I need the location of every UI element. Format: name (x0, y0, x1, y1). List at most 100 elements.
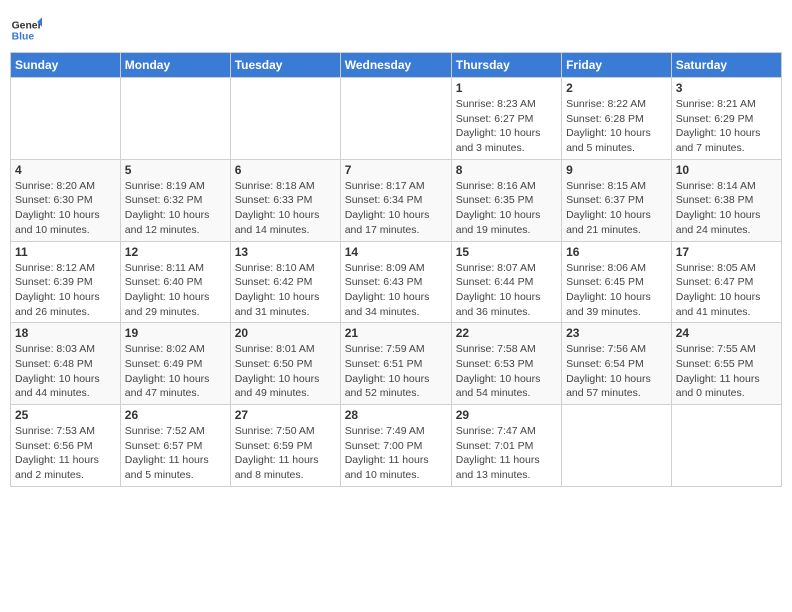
calendar-week-row: 18 Sunrise: 8:03 AMSunset: 6:48 PMDayligh… (11, 323, 782, 405)
calendar-cell: 20 Sunrise: 8:01 AMSunset: 6:50 PMDayligh… (230, 323, 340, 405)
calendar-header-row: SundayMondayTuesdayWednesdayThursdayFrid… (11, 53, 782, 78)
day-info: Sunrise: 8:09 AMSunset: 6:43 PMDaylight:… (345, 261, 447, 320)
day-number: 2 (566, 81, 667, 95)
calendar-cell (340, 78, 451, 160)
calendar-cell: 18 Sunrise: 8:03 AMSunset: 6:48 PMDayligh… (11, 323, 121, 405)
day-info: Sunrise: 8:02 AMSunset: 6:49 PMDaylight:… (125, 342, 226, 401)
day-info: Sunrise: 8:23 AMSunset: 6:27 PMDaylight:… (456, 97, 557, 156)
day-number: 29 (456, 408, 557, 422)
day-info: Sunrise: 8:05 AMSunset: 6:47 PMDaylight:… (676, 261, 777, 320)
page-header: General Blue (10, 10, 782, 46)
calendar-cell: 27Sunrise: 7:50 AMSunset: 6:59 PMDayligh… (230, 405, 340, 487)
day-info: Sunrise: 8:20 AMSunset: 6:30 PMDaylight:… (15, 179, 116, 238)
day-info: Sunrise: 8:07 AMSunset: 6:44 PMDaylight:… (456, 261, 557, 320)
svg-text:Blue: Blue (12, 32, 35, 43)
day-info: Sunrise: 7:56 AMSunset: 6:54 PMDaylight:… (566, 342, 667, 401)
calendar-cell: 14 Sunrise: 8:09 AMSunset: 6:43 PMDayligh… (340, 241, 451, 323)
day-info: Sunrise: 8:16 AMSunset: 6:35 PMDaylight:… (456, 179, 557, 238)
day-number: 5 (125, 163, 226, 177)
day-info: Sunrise: 8:18 AMSunset: 6:33 PMDaylight:… (235, 179, 336, 238)
calendar-week-row: 4 Sunrise: 8:20 AMSunset: 6:30 PMDaylight… (11, 159, 782, 241)
day-number: 12 (125, 245, 226, 259)
day-number: 1 (456, 81, 557, 95)
calendar-cell: 9 Sunrise: 8:15 AMSunset: 6:37 PMDaylight… (562, 159, 672, 241)
calendar-cell: 23 Sunrise: 7:56 AMSunset: 6:54 PMDayligh… (562, 323, 672, 405)
logo: General Blue (10, 14, 46, 46)
calendar-cell: 1 Sunrise: 8:23 AMSunset: 6:27 PMDaylight… (451, 78, 561, 160)
calendar-week-row: 1 Sunrise: 8:23 AMSunset: 6:27 PMDaylight… (11, 78, 782, 160)
day-number: 24 (676, 326, 777, 340)
day-number: 17 (676, 245, 777, 259)
day-number: 22 (456, 326, 557, 340)
calendar-cell (230, 78, 340, 160)
calendar-cell: 26 Sunrise: 7:52 AMSunset: 6:57 PMDayligh… (120, 405, 230, 487)
calendar-cell: 22 Sunrise: 7:58 AMSunset: 6:53 PMDayligh… (451, 323, 561, 405)
day-number: 9 (566, 163, 667, 177)
column-header-monday: Monday (120, 53, 230, 78)
day-info: Sunrise: 8:06 AMSunset: 6:45 PMDaylight:… (566, 261, 667, 320)
day-info: Sunrise: 7:47 AMSunset: 7:01 PMDaylight:… (456, 424, 557, 483)
logo-icon: General Blue (10, 14, 42, 46)
day-number: 11 (15, 245, 116, 259)
day-info: Sunrise: 8:19 AMSunset: 6:32 PMDaylight:… (125, 179, 226, 238)
calendar-cell: 28 Sunrise: 7:49 AMSunset: 7:00 PMDayligh… (340, 405, 451, 487)
day-number: 25 (15, 408, 116, 422)
day-number: 23 (566, 326, 667, 340)
day-number: 15 (456, 245, 557, 259)
calendar-table: SundayMondayTuesdayWednesdayThursdayFrid… (10, 52, 782, 487)
day-number: 3 (676, 81, 777, 95)
calendar-cell: 13 Sunrise: 8:10 AMSunset: 6:42 PMDayligh… (230, 241, 340, 323)
calendar-cell: 4 Sunrise: 8:20 AMSunset: 6:30 PMDaylight… (11, 159, 121, 241)
day-number: 21 (345, 326, 447, 340)
day-info: Sunrise: 7:52 AMSunset: 6:57 PMDaylight:… (125, 424, 226, 483)
calendar-cell: 5 Sunrise: 8:19 AMSunset: 6:32 PMDaylight… (120, 159, 230, 241)
day-info: Sunrise: 7:59 AMSunset: 6:51 PMDaylight:… (345, 342, 447, 401)
calendar-cell (671, 405, 781, 487)
calendar-cell: 17 Sunrise: 8:05 AMSunset: 6:47 PMDayligh… (671, 241, 781, 323)
day-info: Sunrise: 7:53 AMSunset: 6:56 PMDaylight:… (15, 424, 116, 483)
calendar-cell: 12Sunrise: 8:11 AMSunset: 6:40 PMDayligh… (120, 241, 230, 323)
column-header-sunday: Sunday (11, 53, 121, 78)
day-number: 14 (345, 245, 447, 259)
calendar-cell: 3 Sunrise: 8:21 AMSunset: 6:29 PMDaylight… (671, 78, 781, 160)
day-info: Sunrise: 7:55 AMSunset: 6:55 PMDaylight:… (676, 342, 777, 401)
day-number: 7 (345, 163, 447, 177)
day-number: 4 (15, 163, 116, 177)
calendar-week-row: 11Sunrise: 8:12 AMSunset: 6:39 PMDayligh… (11, 241, 782, 323)
day-info: Sunrise: 8:01 AMSunset: 6:50 PMDaylight:… (235, 342, 336, 401)
day-info: Sunrise: 7:58 AMSunset: 6:53 PMDaylight:… (456, 342, 557, 401)
calendar-week-row: 25 Sunrise: 7:53 AMSunset: 6:56 PMDayligh… (11, 405, 782, 487)
day-info: Sunrise: 8:15 AMSunset: 6:37 PMDaylight:… (566, 179, 667, 238)
calendar-cell: 7 Sunrise: 8:17 AMSunset: 6:34 PMDaylight… (340, 159, 451, 241)
calendar-cell: 19 Sunrise: 8:02 AMSunset: 6:49 PMDayligh… (120, 323, 230, 405)
calendar-cell: 29 Sunrise: 7:47 AMSunset: 7:01 PMDayligh… (451, 405, 561, 487)
day-number: 26 (125, 408, 226, 422)
day-number: 27 (235, 408, 336, 422)
day-number: 10 (676, 163, 777, 177)
calendar-cell: 2Sunrise: 8:22 AMSunset: 6:28 PMDaylight… (562, 78, 672, 160)
day-info: Sunrise: 8:17 AMSunset: 6:34 PMDaylight:… (345, 179, 447, 238)
day-info: Sunrise: 8:03 AMSunset: 6:48 PMDaylight:… (15, 342, 116, 401)
calendar-cell (562, 405, 672, 487)
calendar-cell: 16 Sunrise: 8:06 AMSunset: 6:45 PMDayligh… (562, 241, 672, 323)
day-info: Sunrise: 8:10 AMSunset: 6:42 PMDaylight:… (235, 261, 336, 320)
day-number: 8 (456, 163, 557, 177)
calendar-cell: 10 Sunrise: 8:14 AMSunset: 6:38 PMDayligh… (671, 159, 781, 241)
day-number: 28 (345, 408, 447, 422)
day-number: 19 (125, 326, 226, 340)
day-info: Sunrise: 8:14 AMSunset: 6:38 PMDaylight:… (676, 179, 777, 238)
calendar-cell: 25 Sunrise: 7:53 AMSunset: 6:56 PMDayligh… (11, 405, 121, 487)
day-info: Sunrise: 7:49 AMSunset: 7:00 PMDaylight:… (345, 424, 447, 483)
day-number: 18 (15, 326, 116, 340)
calendar-cell: 6Sunrise: 8:18 AMSunset: 6:33 PMDaylight… (230, 159, 340, 241)
column-header-tuesday: Tuesday (230, 53, 340, 78)
day-info: Sunrise: 8:21 AMSunset: 6:29 PMDaylight:… (676, 97, 777, 156)
day-number: 20 (235, 326, 336, 340)
column-header-thursday: Thursday (451, 53, 561, 78)
column-header-wednesday: Wednesday (340, 53, 451, 78)
calendar-cell: 21 Sunrise: 7:59 AMSunset: 6:51 PMDayligh… (340, 323, 451, 405)
calendar-cell: 24 Sunrise: 7:55 AMSunset: 6:55 PMDayligh… (671, 323, 781, 405)
day-number: 16 (566, 245, 667, 259)
day-number: 13 (235, 245, 336, 259)
calendar-cell (11, 78, 121, 160)
